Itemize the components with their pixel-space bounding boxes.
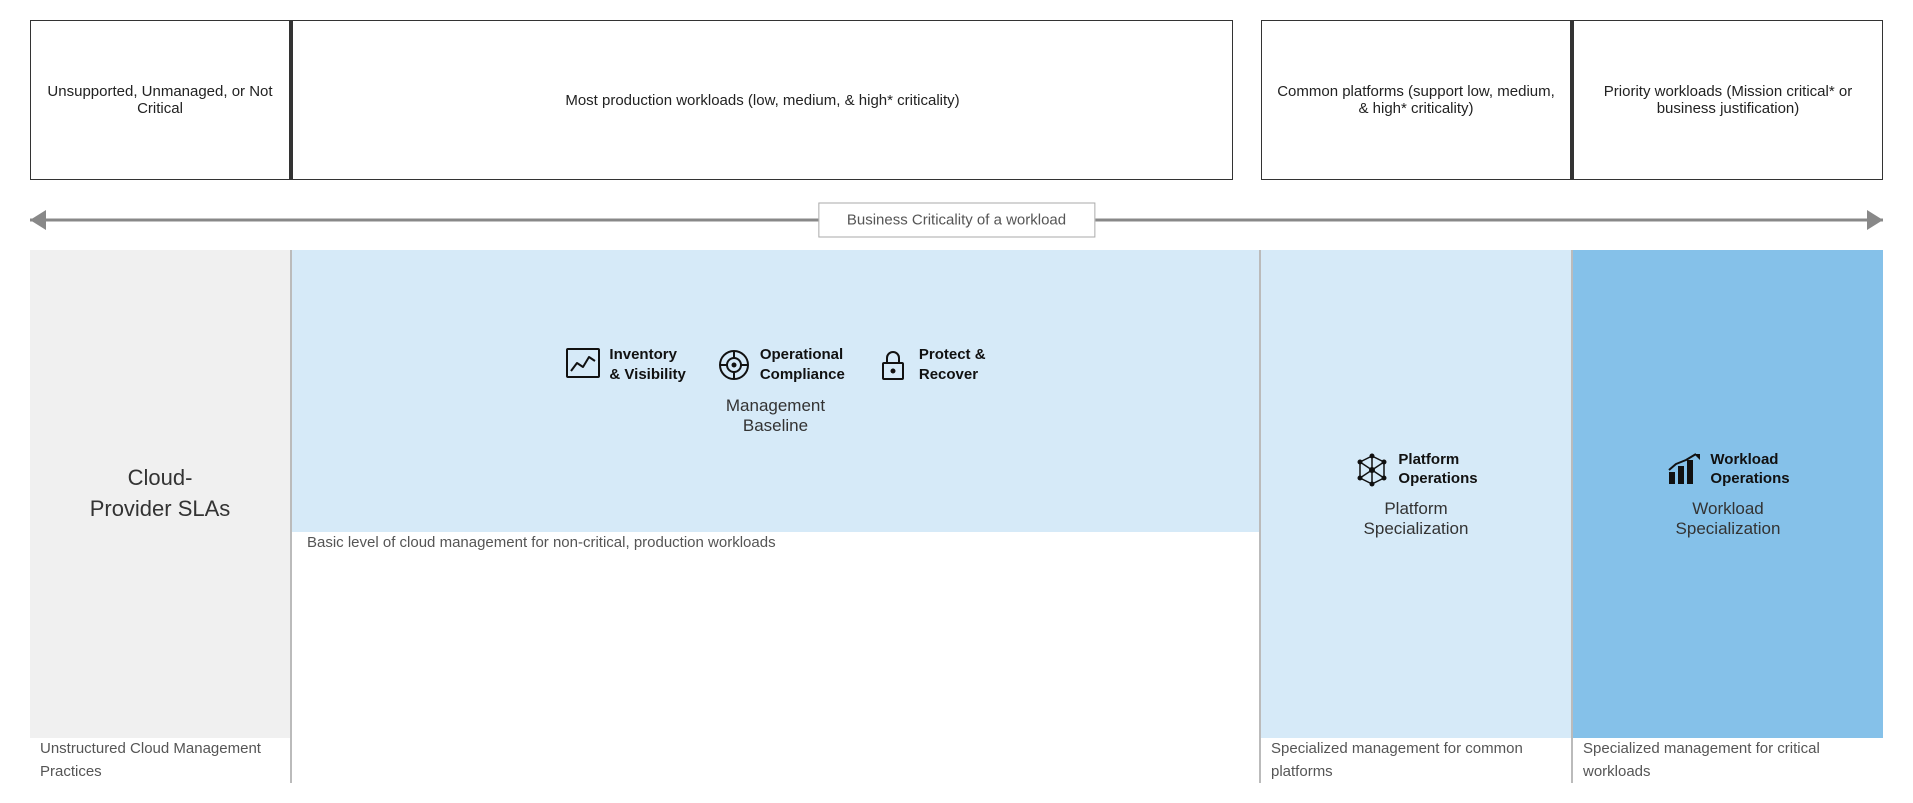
icons-row: Inventory & Visibility xyxy=(302,345,1249,384)
arrow-row: Business Criticality of a workload xyxy=(30,190,1883,250)
workload-operations-label: Workload Operations xyxy=(1710,450,1789,489)
top-box-col1-text: Unsupported, Unmanaged, or Not Critical xyxy=(43,83,277,117)
column-1: Cloud- Provider SLAs Unstructured Cloud … xyxy=(30,250,290,783)
top-box-col3-text: Common platforms (support low, medium, &… xyxy=(1274,83,1558,117)
top-box-col4-text: Priority workloads (Mission critical* or… xyxy=(1586,83,1870,117)
workload-specialization-section: Workload Operations Workload Specializat… xyxy=(1573,250,1883,738)
bottom-col4-text: Specialized management for critical work… xyxy=(1583,738,1873,783)
platform-operations-label: Platform Operations xyxy=(1398,450,1477,489)
top-box-col2-text: Most production workloads (low, medium, … xyxy=(565,92,959,109)
arrow-right-head xyxy=(1867,210,1883,230)
workload-ops-item: Workload Operations xyxy=(1666,450,1789,489)
top-box-col3: Common platforms (support low, medium, &… xyxy=(1261,20,1571,180)
top-box-col1: Unsupported, Unmanaged, or Not Critical xyxy=(30,20,290,180)
platform-operations-icon xyxy=(1354,452,1390,488)
sla-section: Cloud- Provider SLAs xyxy=(30,250,290,738)
platform-ops-item: Platform Operations xyxy=(1354,450,1477,489)
bottom-col2: Basic level of cloud management for non-… xyxy=(292,532,1259,784)
platform-specialization-subtitle: Platform Specialization xyxy=(1364,499,1469,539)
inventory-visibility-item: Inventory & Visibility xyxy=(565,345,685,384)
arrow-label: Business Criticality of a workload xyxy=(818,203,1095,238)
inventory-visibility-label: Inventory & Visibility xyxy=(609,345,685,384)
management-baseline-subtitle: Management Baseline xyxy=(726,396,825,436)
protect-recover-item: Protect & Recover xyxy=(875,345,986,384)
bottom-col1-text: Unstructured Cloud Management Practices xyxy=(40,738,280,783)
column-3: Platform Operations Platform Specializat… xyxy=(1261,250,1571,783)
top-box-col4: Priority workloads (Mission critical* or… xyxy=(1573,20,1883,180)
workload-operations-icon xyxy=(1666,452,1702,488)
bottom-col3-text: Specialized management for common platfo… xyxy=(1271,738,1561,783)
operational-compliance-icon xyxy=(716,347,752,383)
protect-recover-icon xyxy=(875,347,911,383)
platform-specialization-section: Platform Operations Platform Specializat… xyxy=(1261,250,1571,738)
main-container: Unsupported, Unmanaged, or Not Critical … xyxy=(0,0,1913,803)
bottom-col3: Specialized management for common platfo… xyxy=(1261,738,1571,783)
column-2: Inventory & Visibility xyxy=(292,250,1259,783)
top-box-col2: Most production workloads (low, medium, … xyxy=(292,20,1233,180)
bottom-col2-text: Basic level of cloud management for non-… xyxy=(307,532,776,555)
protect-recover-label: Protect & Recover xyxy=(919,345,986,384)
inventory-visibility-icon xyxy=(565,347,601,383)
arrow-left-head xyxy=(30,210,46,230)
content-bottom-wrapper: Cloud- Provider SLAs Unstructured Cloud … xyxy=(30,250,1883,783)
bottom-col4: Specialized management for critical work… xyxy=(1573,738,1883,783)
operational-compliance-item: Operational Compliance xyxy=(716,345,845,384)
top-boxes-row: Unsupported, Unmanaged, or Not Critical … xyxy=(30,20,1883,180)
operational-compliance-label: Operational Compliance xyxy=(760,345,845,384)
bottom-col1: Unstructured Cloud Management Practices xyxy=(30,738,290,783)
column-4: Workload Operations Workload Specializat… xyxy=(1573,250,1883,783)
management-baseline-section: Inventory & Visibility xyxy=(292,250,1259,532)
sla-title: Cloud- Provider SLAs xyxy=(90,463,231,525)
workload-specialization-subtitle: Workload Specialization xyxy=(1676,499,1781,539)
